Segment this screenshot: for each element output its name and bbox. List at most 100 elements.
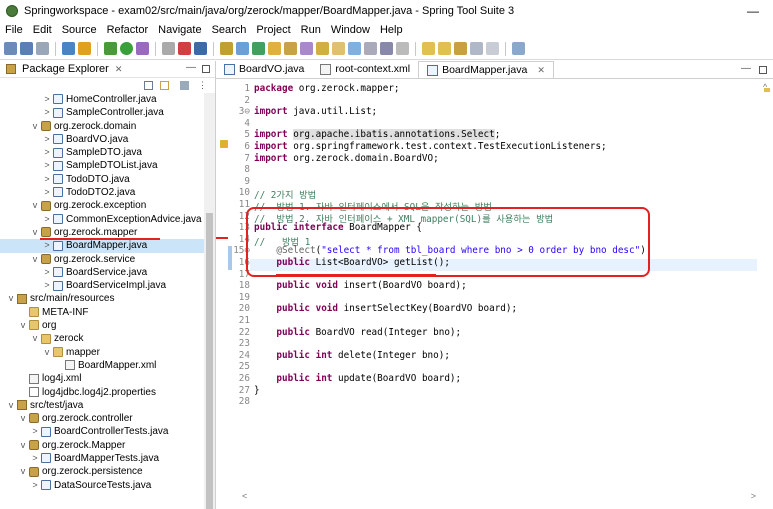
package-explorer-scrollbar[interactable] <box>204 93 215 509</box>
minimize-icon[interactable]: — <box>747 4 759 18</box>
tree-item[interactable]: > TodoDTO2.java <box>0 186 204 199</box>
tree-item[interactable]: v src/main/resources <box>0 292 204 305</box>
tree-item[interactable]: > BoardControllerTests.java <box>0 425 204 438</box>
chevron-right-icon[interactable]: > <box>42 93 52 106</box>
tree-item[interactable]: > BoardService.java <box>0 266 204 279</box>
minimize-icon[interactable]: — <box>186 62 196 73</box>
menu-project[interactable]: Project <box>251 24 295 36</box>
block-selection-icon[interactable] <box>380 42 393 55</box>
menu-edit[interactable]: Edit <box>28 24 57 36</box>
new-class-icon[interactable] <box>236 42 249 55</box>
server-icon[interactable] <box>194 42 207 55</box>
chevron-right-icon[interactable]: > <box>42 173 52 186</box>
code-editor[interactable]: 1 package org.zerock.mapper; 2 3⊖ import jav… <box>216 80 761 490</box>
tree-item[interactable]: > BoardServiceImpl.java <box>0 279 204 292</box>
prev-annotation-icon[interactable] <box>438 42 451 55</box>
close-icon[interactable]: ✕ <box>537 65 545 76</box>
collapse-all-icon[interactable] <box>144 81 153 90</box>
editor-tab[interactable]: BoardMapper.java ✕ <box>418 61 554 78</box>
maximize-icon[interactable] <box>202 65 210 73</box>
chevron-down-icon[interactable]: v <box>30 199 40 212</box>
tree-item[interactable]: v org.zerock.controller <box>0 412 204 425</box>
chevron-right-icon[interactable]: > <box>42 146 52 159</box>
chevron-right-icon[interactable]: > <box>42 133 52 146</box>
editor-tab[interactable]: root-context.xml <box>312 61 418 77</box>
chevron-right-icon[interactable]: > <box>42 159 52 172</box>
save-all-icon[interactable] <box>36 42 49 55</box>
scroll-left-icon[interactable]: < <box>242 491 247 501</box>
menu-source[interactable]: Source <box>57 24 102 36</box>
run-icon[interactable] <box>120 42 133 55</box>
chevron-down-icon[interactable]: v <box>18 319 28 332</box>
code-line[interactable]: public void insertSelectKey(BoardVO boar… <box>254 303 517 314</box>
tree-item[interactable]: v mapper <box>0 346 204 359</box>
close-icon[interactable]: ✕ <box>115 64 123 75</box>
chevron-right-icon[interactable]: > <box>42 239 52 252</box>
annotation-icon[interactable] <box>300 42 313 55</box>
chevron-down-icon[interactable]: v <box>30 120 40 133</box>
word-wrap-icon[interactable] <box>364 42 377 55</box>
tree-item[interactable]: > HomeController.java <box>0 93 204 106</box>
code-line[interactable]: import org.zerock.domain.BoardVO; <box>254 153 439 164</box>
open-perspective-icon[interactable] <box>512 42 525 55</box>
tree-item[interactable]: v org.zerock.service <box>0 253 204 266</box>
tree-item[interactable]: > BoardMapper.java <box>0 239 204 253</box>
code-line[interactable]: public BoardVO read(Integer bno); <box>254 327 461 338</box>
code-line[interactable]: public void insert(BoardVO board); <box>254 280 466 291</box>
chevron-down-icon[interactable]: v <box>30 253 40 266</box>
back-icon[interactable] <box>470 42 483 55</box>
filter-icon[interactable] <box>180 81 189 90</box>
code-line[interactable]: import org.springframework.test.context.… <box>254 141 607 152</box>
chevron-down-icon[interactable]: v <box>18 439 28 452</box>
scrollbar-thumb[interactable] <box>206 213 213 509</box>
tree-item[interactable]: > TodoDTO.java <box>0 173 204 186</box>
chevron-right-icon[interactable]: > <box>42 186 52 199</box>
maximize-icon[interactable] <box>759 66 767 74</box>
new-spring-icon[interactable] <box>252 42 265 55</box>
chevron-right-icon[interactable]: > <box>42 279 52 292</box>
mark-occurrences-icon[interactable] <box>348 42 361 55</box>
last-edit-icon[interactable] <box>454 42 467 55</box>
code-line[interactable]: package org.zerock.mapper; <box>254 83 400 94</box>
tree-item[interactable]: log4j.xml <box>0 372 204 385</box>
chevron-right-icon[interactable]: > <box>30 452 40 465</box>
search-icon[interactable] <box>316 42 329 55</box>
refresh-icon[interactable] <box>78 42 91 55</box>
menu-refactor[interactable]: Refactor <box>102 24 154 36</box>
tree-item[interactable]: v org.zerock.persistence <box>0 465 204 478</box>
chevron-right-icon[interactable]: > <box>30 425 40 438</box>
code-line[interactable]: public int delete(Integer bno); <box>254 350 450 361</box>
menu-navigate[interactable]: Navigate <box>153 24 206 36</box>
tree-item[interactable]: v org.zerock.domain <box>0 120 204 133</box>
tree-item[interactable]: > SampleController.java <box>0 106 204 119</box>
view-menu-icon[interactable]: ⋮ <box>198 80 207 91</box>
menu-run[interactable]: Run <box>296 24 326 36</box>
debug-icon[interactable] <box>104 42 117 55</box>
scroll-right-icon[interactable]: > <box>751 491 756 501</box>
minimize-icon[interactable]: — <box>741 63 751 74</box>
show-whitespace-icon[interactable] <box>396 42 409 55</box>
chevron-down-icon[interactable]: v <box>30 226 40 239</box>
save-icon[interactable] <box>20 42 33 55</box>
chevron-down-icon[interactable]: v <box>18 465 28 478</box>
code-line[interactable]: public int update(BoardVO board); <box>254 373 461 384</box>
tree-item[interactable]: v org.zerock.exception <box>0 199 204 212</box>
tree-item[interactable]: v src/test/java <box>0 399 204 412</box>
package-explorer-label[interactable]: Package Explorer <box>22 63 109 75</box>
chevron-right-icon[interactable]: > <box>42 266 52 279</box>
tree-item[interactable]: > SampleDTO.java <box>0 146 204 159</box>
menu-help[interactable]: Help <box>375 24 408 36</box>
editor-vertical-scrollbar[interactable]: ^ <box>761 80 773 490</box>
chevron-right-icon[interactable]: > <box>30 479 40 492</box>
tree-item[interactable]: BoardMapper.xml <box>0 359 204 372</box>
chevron-down-icon[interactable]: v <box>6 292 16 305</box>
tree-item[interactable]: > BoardMapperTests.java <box>0 452 204 465</box>
chevron-down-icon[interactable]: v <box>42 346 52 359</box>
chevron-down-icon[interactable]: v <box>30 332 40 345</box>
code-line[interactable]: import java.util.List; <box>254 106 377 117</box>
build-icon[interactable] <box>62 42 75 55</box>
external-tools-icon[interactable] <box>136 42 149 55</box>
terminate-icon[interactable] <box>178 42 191 55</box>
tree-item[interactable]: > SampleDTOList.java <box>0 159 204 172</box>
next-annotation-icon[interactable] <box>422 42 435 55</box>
